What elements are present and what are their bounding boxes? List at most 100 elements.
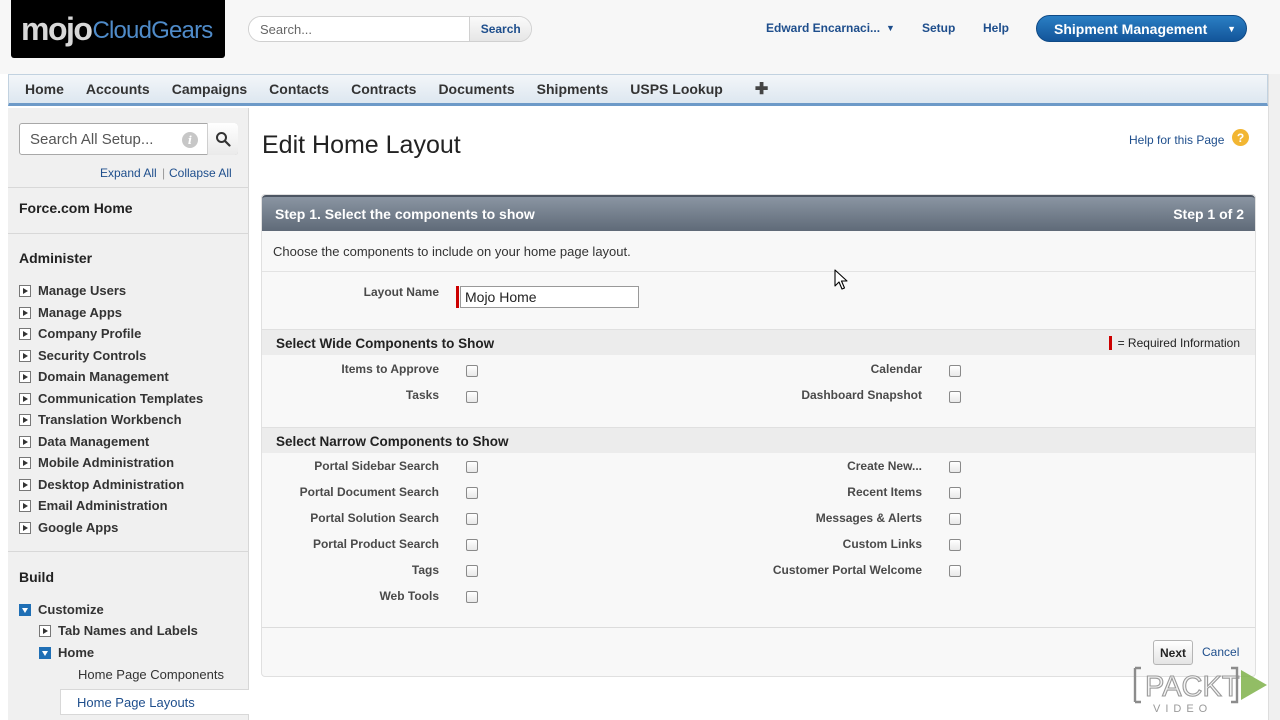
header: mojo CloudGears Search Edward Encarnaci.…	[0, 0, 1280, 74]
tab-documents[interactable]: Documents	[438, 81, 514, 97]
nav-mobile-administration[interactable]: Mobile Administration	[19, 455, 174, 470]
user-name: Edward Encarnaci...	[766, 21, 881, 35]
expand-icon[interactable]	[19, 284, 31, 297]
tags-checkbox[interactable]	[466, 565, 478, 577]
expand-icon[interactable]	[19, 370, 31, 383]
expand-icon[interactable]	[19, 306, 31, 319]
expand-icon[interactable]	[19, 392, 31, 405]
tab-contracts[interactable]: Contracts	[351, 81, 416, 97]
nav-translation-workbench[interactable]: Translation Workbench	[19, 412, 182, 427]
nav-data-management[interactable]: Data Management	[19, 434, 149, 449]
layout-name-input[interactable]	[460, 286, 639, 308]
nav-home-page-components[interactable]: Home Page Components	[78, 667, 224, 682]
expand-icon[interactable]	[19, 435, 31, 448]
nav-tab-names-labels[interactable]: Tab Names and Labels	[39, 623, 198, 638]
expand-all-link[interactable]: Expand All	[100, 166, 157, 180]
nav-manage-users[interactable]: Manage Users	[19, 283, 126, 298]
portal-product-search-checkbox[interactable]	[466, 539, 478, 551]
required-info-text: = Required Information	[1117, 336, 1240, 350]
customer-portal-welcome-checkbox[interactable]	[949, 565, 961, 577]
watermark-sub: VIDEO	[1153, 703, 1212, 714]
dashboard-snapshot-checkbox[interactable]	[949, 391, 961, 403]
tab-usps-lookup[interactable]: USPS Lookup	[630, 81, 723, 97]
items-to-approve-checkbox[interactable]	[466, 365, 478, 377]
next-button[interactable]: Next	[1153, 640, 1193, 665]
expand-icon[interactable]	[19, 521, 31, 534]
nav-email-administration[interactable]: Email Administration	[19, 498, 168, 513]
tab-home[interactable]: Home	[25, 81, 64, 97]
tasks-checkbox[interactable]	[466, 391, 478, 403]
nav-label: Company Profile	[38, 326, 142, 341]
narrow-label: Portal Product Search	[312, 537, 439, 551]
nav-label: Mobile Administration	[38, 455, 175, 470]
logo-mojo-text: mojo	[21, 10, 93, 47]
layout-name-label: Layout Name	[363, 285, 439, 299]
nav-label: Home Page Layouts	[77, 694, 195, 710]
tab-contacts[interactable]: Contacts	[269, 81, 329, 97]
nav-communication-templates[interactable]: Communication Templates	[19, 391, 203, 406]
layout-name-label-wrap: Layout Name	[262, 285, 439, 305]
expand-icon[interactable]	[19, 478, 31, 491]
nav-customize[interactable]: Customize	[19, 602, 104, 617]
global-search-button[interactable]: Search	[469, 17, 531, 41]
narrow-label: Custom Links	[842, 537, 922, 551]
calendar-checkbox[interactable]	[949, 365, 961, 377]
recent-items-checkbox[interactable]	[949, 487, 961, 499]
cancel-link[interactable]: Cancel	[1202, 645, 1239, 659]
user-menu[interactable]: Edward Encarnaci... ▼	[766, 21, 895, 35]
expand-icon[interactable]	[19, 499, 31, 512]
expand-icon[interactable]	[19, 456, 31, 469]
expand-icon[interactable]	[19, 413, 31, 426]
collapse-icon[interactable]	[19, 603, 31, 616]
nav-home-page-layouts[interactable]: Home Page Layouts	[60, 689, 249, 715]
expand-icon[interactable]	[39, 624, 51, 637]
help-link[interactable]: Help	[983, 21, 1009, 35]
logo-cloudgears-text: CloudGears	[92, 17, 213, 44]
collapse-icon[interactable]	[39, 646, 51, 659]
setup-link[interactable]: Setup	[922, 21, 955, 35]
global-search-input[interactable]	[249, 17, 470, 41]
nav-label: Desktop Administration	[38, 477, 185, 492]
nav-label: Customize	[38, 602, 104, 617]
nav-label: Tab Names and Labels	[58, 623, 198, 638]
tab-shipments[interactable]: Shipments	[537, 81, 609, 97]
wide-components-section: Select Wide Components to Show = Require…	[262, 329, 1255, 355]
setup-search-input[interactable]	[30, 130, 180, 148]
web-tools-checkbox[interactable]	[466, 591, 478, 603]
tab-campaigns[interactable]: Campaigns	[172, 81, 247, 97]
nav-home[interactable]: Home	[39, 645, 94, 660]
nav-label: Data Management	[38, 434, 150, 449]
tab-accounts[interactable]: Accounts	[86, 81, 150, 97]
narrow-label: Web Tools	[379, 589, 439, 603]
narrow-label: Messages & Alerts	[815, 511, 922, 525]
expand-icon[interactable]	[19, 327, 31, 340]
collapse-all-link[interactable]: Collapse All	[169, 166, 232, 180]
page-scrollbar[interactable]	[1268, 74, 1280, 720]
company-logo[interactable]: mojo CloudGears	[11, 0, 225, 58]
search-icon[interactable]	[207, 123, 238, 155]
nav-company-profile[interactable]: Company Profile	[19, 326, 141, 341]
portal-solution-search-checkbox[interactable]	[466, 513, 478, 525]
portal-document-search-checkbox[interactable]	[466, 487, 478, 499]
add-tab-icon[interactable]: ✚	[755, 79, 768, 99]
expand-icon[interactable]	[19, 349, 31, 362]
app-menu-button[interactable]: Shipment Management ▼	[1036, 15, 1247, 42]
nav-domain-management[interactable]: Domain Management	[19, 369, 169, 384]
portal-sidebar-search-checkbox[interactable]	[466, 461, 478, 473]
help-for-page-link[interactable]: Help for this Page	[1129, 133, 1224, 147]
create-new-checkbox[interactable]	[949, 461, 961, 473]
custom-links-checkbox[interactable]	[949, 539, 961, 551]
nav-security-controls[interactable]: Security Controls	[19, 348, 146, 363]
step-count: Step 1 of 2	[1173, 206, 1244, 222]
divider	[8, 233, 249, 234]
force-home-link[interactable]: Force.com Home	[19, 200, 133, 216]
global-search: Search	[248, 16, 532, 42]
narrow-label: Portal Sidebar Search	[314, 459, 439, 473]
nav-label: Email Administration	[38, 498, 168, 513]
help-icon[interactable]: ?	[1232, 129, 1249, 146]
messages-alerts-checkbox[interactable]	[949, 513, 961, 525]
nav-google-apps[interactable]: Google Apps	[19, 520, 118, 535]
nav-manage-apps[interactable]: Manage Apps	[19, 305, 122, 320]
info-icon[interactable]: i	[182, 132, 198, 148]
nav-desktop-administration[interactable]: Desktop Administration	[19, 477, 184, 492]
